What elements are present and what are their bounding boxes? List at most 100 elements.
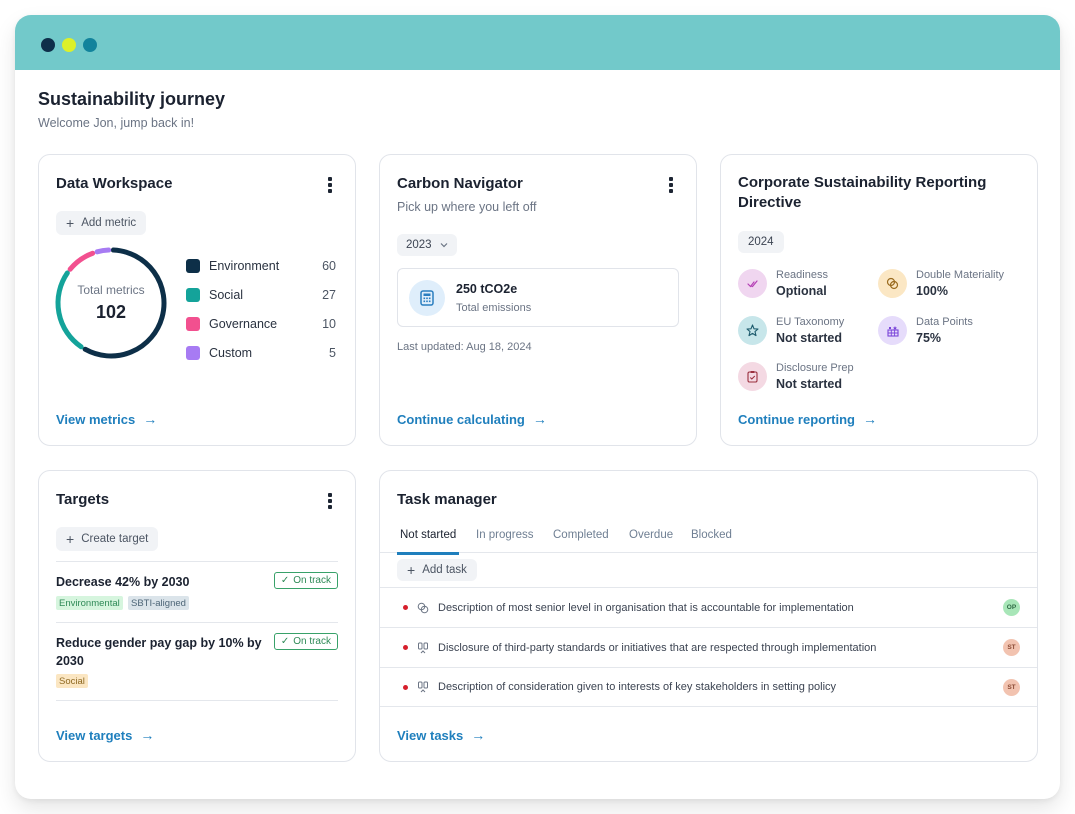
- plus-icon: +: [66, 531, 75, 547]
- continue-calculating-link[interactable]: Continue calculating →: [397, 411, 547, 427]
- tab-not-started[interactable]: Not started: [396, 529, 460, 555]
- check-icon: ✓: [280, 636, 290, 647]
- legend-label: Social: [209, 287, 244, 302]
- legend-swatch: [186, 287, 200, 302]
- double-check-icon: [738, 269, 767, 298]
- star-icon: [738, 316, 767, 345]
- task-row[interactable]: Disclosure of third-party standards or i…: [380, 627, 1037, 667]
- assignee-avatar: ST: [1003, 678, 1020, 696]
- legend-swatch: [186, 345, 200, 360]
- stat-value: Optional: [776, 284, 827, 298]
- check-icon: ✓: [280, 575, 290, 586]
- task-description: Description of consideration given to in…: [438, 681, 837, 693]
- stat-disclosure-prep: Disclosure Prep Not started: [738, 361, 854, 394]
- priority-dot: [403, 605, 408, 610]
- task-description: Description of most senior level in orga…: [438, 601, 854, 614]
- task-description: Disclosure of third-party standards or i…: [438, 641, 877, 654]
- status-label: On track: [293, 636, 331, 647]
- plus-icon: +: [407, 562, 416, 578]
- view-targets-link[interactable]: View targets →: [56, 727, 154, 743]
- arrow-right-icon: →: [143, 411, 158, 427]
- chevron-down-icon: [440, 240, 448, 250]
- stat-label: Disclosure Prep: [776, 362, 854, 374]
- task-tabs: Not started In progress Completed Overdu…: [380, 526, 1037, 555]
- arrow-right-icon: →: [140, 727, 155, 743]
- stat-value: Not started: [776, 331, 842, 345]
- tab-completed[interactable]: Completed: [553, 529, 609, 553]
- status-badge: ✓ On track: [273, 633, 338, 650]
- card-title: Carbon Navigator: [397, 175, 523, 192]
- continue-reporting-link[interactable]: Continue reporting →: [738, 411, 877, 427]
- emissions-value: 250 tCO2e: [456, 282, 518, 296]
- priority-dot: [403, 684, 408, 690]
- targets-card: Targets + Create target Decrease 42% by …: [38, 470, 356, 762]
- card-title: Targets: [56, 491, 110, 508]
- continue-reporting-label: Continue reporting: [738, 411, 855, 427]
- task-row[interactable]: Description of consideration given to in…: [380, 667, 1037, 707]
- year-select[interactable]: 2023: [397, 234, 457, 256]
- clipboard-icon: [738, 362, 767, 391]
- stat-value: 100%: [916, 284, 948, 298]
- tab-overdue[interactable]: Overdue: [629, 529, 673, 553]
- card-title: Corporate Sustainability Reporting Direc…: [738, 174, 987, 211]
- legend-value: 10: [322, 316, 336, 331]
- total-emissions-box: 250 tCO2e Total emissions: [397, 268, 679, 327]
- add-task-label: Add task: [422, 564, 467, 576]
- carbon-navigator-card: Carbon Navigator Pick up where you left …: [379, 154, 697, 446]
- last-updated: Last updated: Aug 18, 2024: [397, 341, 532, 353]
- view-metrics-link[interactable]: View metrics →: [56, 411, 157, 427]
- tab-in-progress[interactable]: In progress: [476, 529, 534, 553]
- priority-dot: [403, 645, 408, 650]
- arrow-right-icon: →: [863, 411, 877, 427]
- emissions-label: Total emissions: [456, 302, 532, 314]
- data-grid-icon: [878, 316, 907, 345]
- create-target-label: Create target: [81, 533, 149, 545]
- legend-value: 27: [322, 287, 336, 302]
- legend-swatch: [186, 316, 200, 331]
- add-task-button[interactable]: + Add task: [397, 559, 477, 581]
- plus-icon: +: [66, 215, 75, 231]
- task-row[interactable]: Description of most senior level in orga…: [380, 587, 1037, 627]
- add-metric-button[interactable]: + Add metric: [56, 211, 147, 235]
- create-target-button[interactable]: + Create target: [56, 527, 159, 551]
- stat-label: Data Points: [916, 316, 973, 328]
- view-targets-label: View targets: [56, 727, 133, 743]
- linked-circles-icon: [878, 269, 907, 298]
- stat-double-materiality: Double Materiality 100%: [878, 268, 1004, 301]
- legend-label: Custom: [209, 345, 253, 360]
- stat-label: Readiness: [776, 269, 828, 281]
- legend-label: Environment: [209, 258, 280, 273]
- people-icon: [416, 681, 429, 694]
- calculator-icon: [409, 280, 445, 316]
- divider: [56, 700, 338, 701]
- view-tasks-link[interactable]: View tasks →: [397, 727, 485, 743]
- view-metrics-label: View metrics: [56, 411, 136, 427]
- stat-eu-taxonomy: EU Taxonomy Not started: [738, 315, 844, 348]
- stat-label: Double Materiality: [916, 269, 1005, 281]
- assignee-avatar: OP: [1003, 599, 1020, 616]
- legend-label: Governance: [209, 316, 278, 331]
- target-title: Decrease 42% by 2030: [56, 575, 190, 589]
- window-dot-minimize[interactable]: [62, 38, 76, 52]
- legend-value: 60: [322, 258, 336, 273]
- divider: [56, 561, 338, 562]
- total-metrics-label: Total metrics: [77, 283, 145, 297]
- window-dot-close[interactable]: [41, 38, 55, 52]
- view-tasks-label: View tasks: [397, 727, 464, 743]
- linked-circles-icon: [416, 601, 429, 614]
- app-window: Sustainability journey Welcome Jon, jump…: [15, 15, 1060, 799]
- legend-item-governance: Governance 10: [186, 309, 336, 338]
- more-options-icon[interactable]: [327, 177, 333, 193]
- more-options-icon[interactable]: [327, 493, 333, 509]
- legend-item-environment: Environment 60: [186, 251, 336, 280]
- window-dot-maximize[interactable]: [83, 38, 97, 52]
- tag-social: Social: [56, 674, 88, 688]
- add-metric-label: Add metric: [81, 217, 137, 229]
- card-title: Task manager: [397, 491, 497, 508]
- more-options-icon[interactable]: [668, 177, 674, 193]
- tab-blocked[interactable]: Blocked: [691, 529, 732, 553]
- target-title: Reduce gender pay gap by 10% by 2030: [56, 636, 262, 668]
- legend-item-social: Social 27: [186, 280, 336, 309]
- tag-sbti-aligned: SBTI-aligned: [128, 596, 189, 610]
- legend-value: 5: [329, 345, 336, 360]
